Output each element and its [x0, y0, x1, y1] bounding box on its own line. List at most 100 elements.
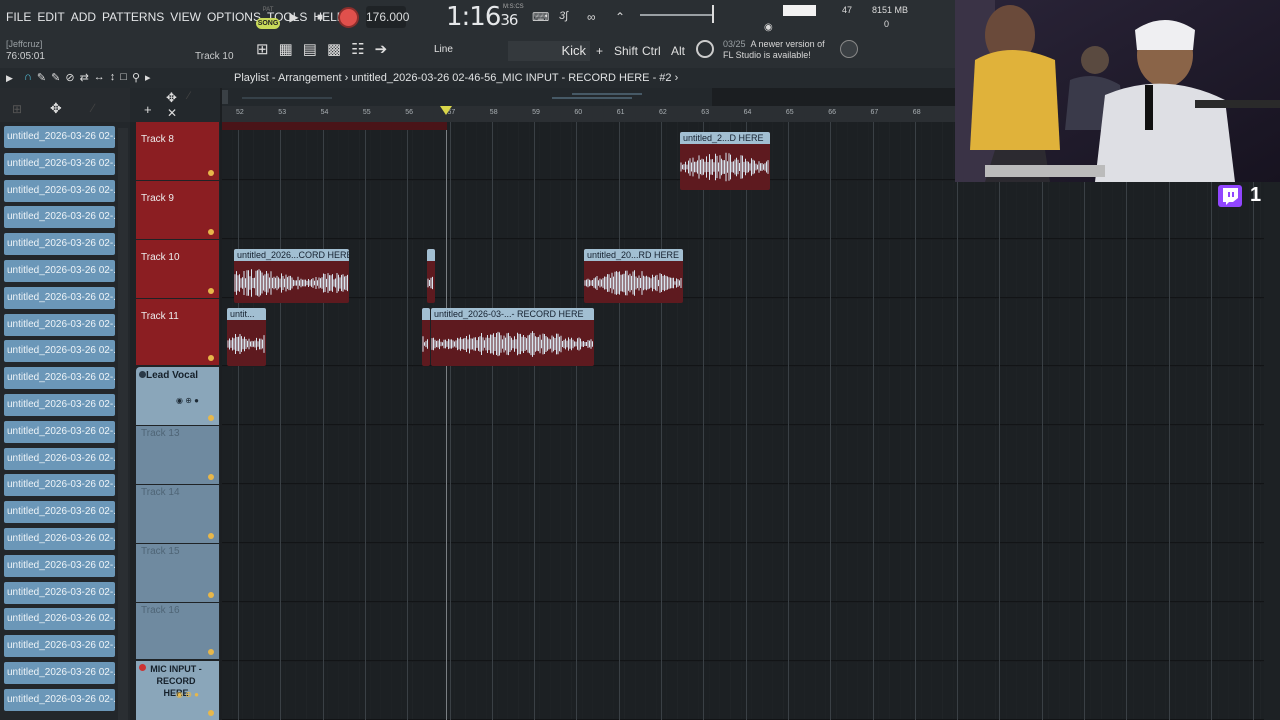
magnet-icon[interactable]: ∩: [24, 71, 32, 84]
pattern-song-toggle[interactable]: PAT SONG: [256, 6, 280, 30]
playlist-window-icon[interactable]: ⊞: [256, 40, 269, 58]
add-icon[interactable]: +: [596, 44, 603, 58]
add-track-icon[interactable]: +: [144, 102, 152, 117]
clip-list-item[interactable]: untitled_2026-03-26 02-...: [4, 581, 115, 604]
lane-track-10[interactable]: [222, 240, 1280, 298]
browser-scrollbar[interactable]: [118, 128, 128, 720]
audio-clip[interactable]: untitled_2...D HERE: [680, 132, 770, 190]
track-led[interactable]: [208, 474, 214, 480]
time-selection[interactable]: [222, 122, 447, 130]
lane-track-13[interactable]: [222, 426, 1280, 484]
menu-options[interactable]: OPTIONS: [207, 10, 261, 24]
clip-list-item[interactable]: untitled_2026-03-26 02-...: [4, 394, 115, 416]
tempo-display[interactable]: 176.000: [366, 6, 409, 28]
typing-keyboard-icon[interactable]: ⌨: [532, 10, 549, 24]
play-icon[interactable]: ▶: [285, 8, 303, 26]
track-led[interactable]: [208, 288, 214, 294]
clip-list-item[interactable]: untitled_2026-03-26 02-...: [4, 420, 115, 443]
plugin-icon[interactable]: ☷: [351, 40, 364, 58]
track-led[interactable]: [208, 229, 214, 235]
move-track-icon[interactable]: ✥: [166, 90, 177, 106]
audio-clip[interactable]: [422, 308, 430, 366]
loop-record-icon[interactable]: ∞: [587, 10, 596, 24]
metronome-icon[interactable]: ⌃: [615, 10, 625, 24]
news-notification[interactable]: 03/25 A newer version of FL Studio is av…: [723, 39, 825, 61]
alt-key[interactable]: Alt: [671, 44, 685, 58]
playlist-play-icon[interactable]: ▶: [6, 73, 13, 84]
hint-bar-icon[interactable]: [696, 40, 714, 58]
record-button[interactable]: [338, 7, 359, 28]
master-volume-slider[interactable]: [640, 14, 712, 16]
clip-list-item[interactable]: untitled_2026-03-26 02-...: [4, 179, 115, 202]
playhead-marker[interactable]: [440, 106, 452, 115]
paint-icon[interactable]: ✎: [51, 71, 60, 84]
instrument-selector[interactable]: Kick: [508, 41, 590, 61]
link-icon[interactable]: ∕: [92, 101, 94, 115]
track-header-14[interactable]: Track 14: [136, 485, 219, 543]
menu-add[interactable]: ADD: [71, 10, 96, 24]
eye-icon[interactable]: ◉: [764, 22, 773, 36]
clip-list-item[interactable]: untitled_2026-03-26 02-...: [4, 447, 115, 470]
lane-mic-input[interactable]: [222, 662, 1280, 720]
clip-list-item[interactable]: untitled_2026-03-26 02-...: [4, 233, 115, 256]
vertical-scrollbar[interactable]: [1264, 182, 1280, 720]
clip-list-item[interactable]: untitled_2026-03-26 02-...: [4, 313, 115, 336]
track-header-16[interactable]: Track 16: [136, 603, 219, 659]
mute-solo-icons[interactable]: ◉ ⊕ ●: [176, 690, 199, 699]
menu-view[interactable]: VIEW: [170, 10, 201, 24]
delete-icon[interactable]: ⊘: [65, 71, 74, 84]
select-icon[interactable]: □: [120, 71, 127, 84]
snap-selector[interactable]: Line: [418, 42, 500, 60]
track-header-11[interactable]: Track 11: [136, 299, 219, 365]
track-header-9[interactable]: Track 9: [136, 181, 219, 239]
track-led[interactable]: [208, 710, 214, 716]
track-header-lead-vocal[interactable]: Lead Vocal ◉ ⊕ ●: [136, 367, 219, 425]
track-led[interactable]: [208, 355, 214, 361]
audio-clip[interactable]: [427, 249, 435, 303]
clip-list-item[interactable]: untitled_2026-03-26 02-...: [4, 152, 115, 175]
track-led[interactable]: [208, 649, 214, 655]
channel-rack-icon[interactable]: ▦: [279, 40, 293, 58]
track-header-8[interactable]: Track 8: [136, 122, 219, 180]
track-header-13[interactable]: Track 13: [136, 426, 219, 484]
master-volume-handle[interactable]: [712, 5, 714, 23]
fl-studio-logo-icon[interactable]: [840, 40, 858, 58]
shift-key[interactable]: Shift: [614, 44, 638, 58]
lane-track-16[interactable]: [222, 603, 1280, 661]
close-icon[interactable]: ✕: [167, 106, 177, 120]
audio-clip[interactable]: untit...: [227, 308, 266, 366]
clip-list-item[interactable]: untitled_2026-03-26 02-...: [4, 286, 115, 309]
track-led[interactable]: [208, 415, 214, 421]
mute-solo-icons[interactable]: ◉ ⊕ ●: [176, 396, 199, 405]
resize-icon[interactable]: ∕: [188, 90, 190, 102]
clip-list-item[interactable]: untitled_2026-03-26 02-...: [4, 206, 115, 229]
clip-list-item[interactable]: untitled_2026-03-26 02-...: [4, 126, 115, 148]
ctrl-key[interactable]: Ctrl: [642, 44, 661, 58]
track-led[interactable]: [208, 592, 214, 598]
picker-icon[interactable]: ⊞: [12, 102, 22, 116]
clip-list-item[interactable]: untitled_2026-03-26 02-...: [4, 635, 115, 658]
clip-list-item[interactable]: untitled_2026-03-26 02-...: [4, 528, 115, 550]
slice-icon[interactable]: ↕: [110, 71, 116, 84]
audio-clip[interactable]: untitled_2026...CORD HERE: [234, 249, 349, 303]
clip-list-item[interactable]: untitled_2026-03-26 02-...: [4, 474, 115, 497]
arrow-right-icon[interactable]: ➔: [375, 40, 388, 58]
menu-edit[interactable]: EDIT: [37, 10, 64, 24]
record-arm-icon[interactable]: [139, 664, 146, 671]
lane-track-15[interactable]: [222, 544, 1280, 602]
lane-track-14[interactable]: [222, 485, 1280, 543]
track-header-mic-input[interactable]: MIC INPUT - RECORD HERE ◉ ⊕ ●: [136, 661, 219, 720]
clip-list-item[interactable]: untitled_2026-03-26 02-...: [4, 260, 115, 282]
piano-roll-icon[interactable]: ▤: [303, 40, 317, 58]
clip-list-item[interactable]: untitled_2026-03-26 02-...: [4, 688, 115, 711]
track-led[interactable]: [208, 170, 214, 176]
clip-list-item[interactable]: untitled_2026-03-26 02-...: [4, 501, 115, 524]
arrangement-area[interactable]: untitled_2...D HERE untitled_2026...CORD…: [222, 122, 1280, 720]
clip-list-item[interactable]: untitled_2026-03-26 02-...: [4, 367, 115, 390]
lane-track-11[interactable]: [222, 299, 1280, 366]
menu-file[interactable]: FILE: [6, 10, 31, 24]
zoom-icon[interactable]: ⚲: [132, 71, 140, 84]
playback-icon[interactable]: ▸: [145, 71, 151, 84]
audio-clip[interactable]: untitled_20...RD HERE: [584, 249, 683, 303]
song-overview[interactable]: [222, 88, 712, 106]
